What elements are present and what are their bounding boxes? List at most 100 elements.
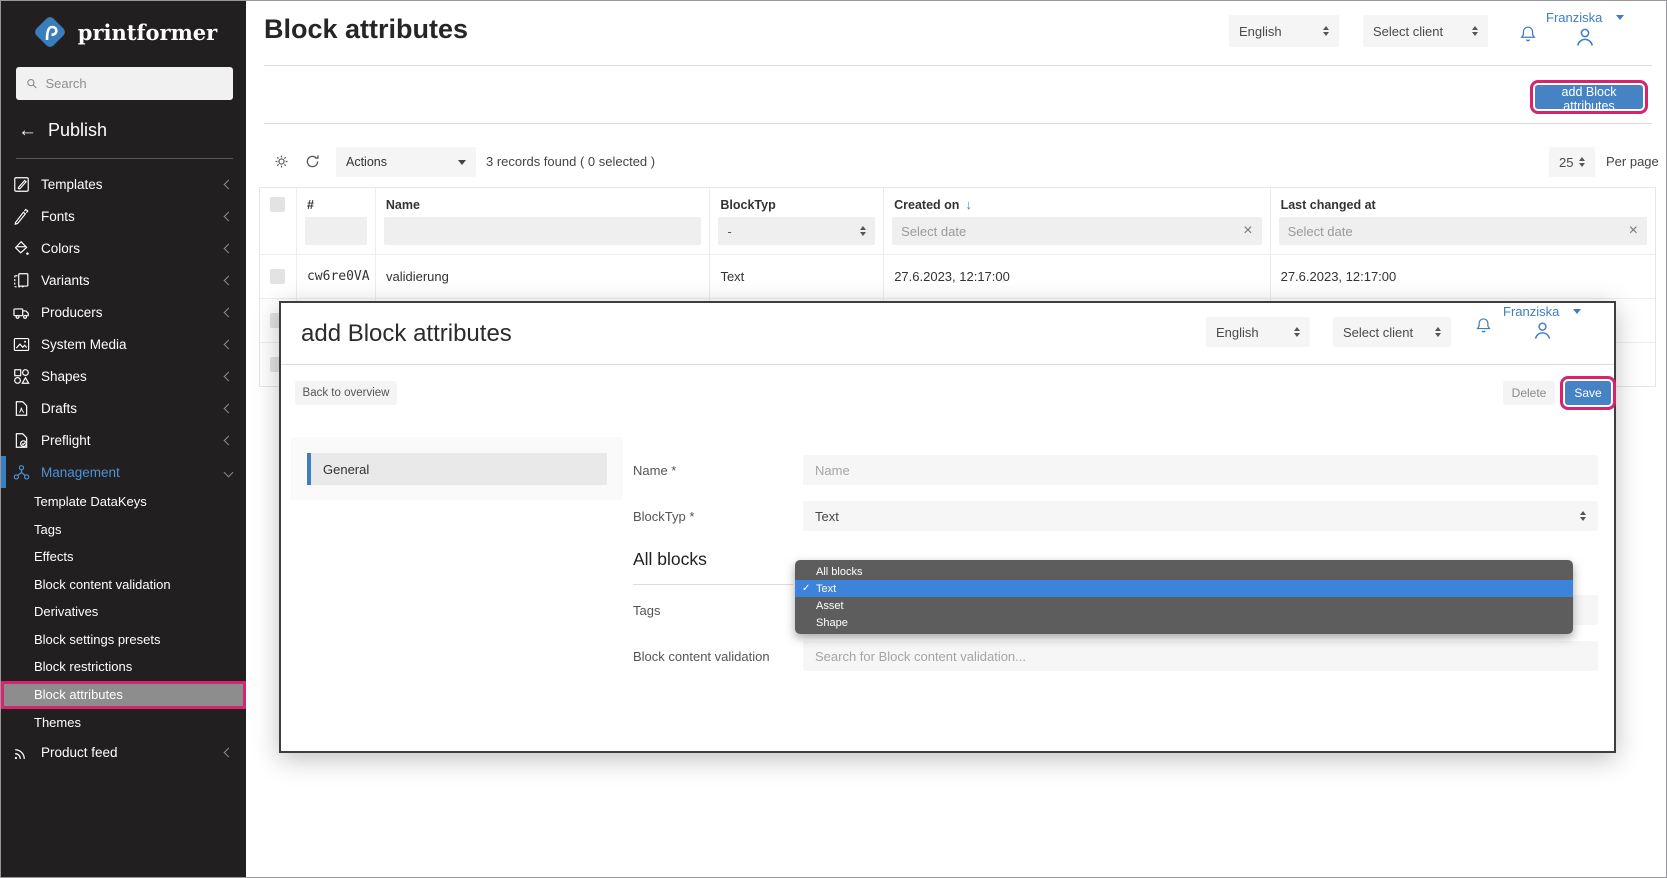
back-arrow-icon: ← bbox=[18, 121, 37, 140]
records-count: 3 records found ( 0 selected ) bbox=[486, 154, 655, 169]
column-header-id[interactable]: # bbox=[297, 188, 376, 212]
sidebar-item-tags[interactable]: Tags bbox=[1, 516, 246, 544]
chevron-left-icon bbox=[224, 339, 234, 349]
sidebar-item-template-datakeys[interactable]: Template DataKeys bbox=[1, 488, 246, 516]
language-select[interactable]: English bbox=[1229, 15, 1339, 47]
filter-name-input[interactable] bbox=[384, 217, 702, 245]
caret-down-icon bbox=[1616, 15, 1624, 20]
sidebar-item-themes[interactable]: Themes bbox=[1, 709, 246, 737]
sidebar: printformer ← Publish Templates Fonts bbox=[1, 1, 246, 877]
add-block-attributes-button[interactable]: add Block attributes bbox=[1535, 85, 1643, 109]
cell-created-on: 27.6.2023, 12:17:00 bbox=[884, 255, 1270, 298]
blocktyp-select[interactable]: Text bbox=[803, 501, 1598, 531]
clear-icon[interactable]: × bbox=[1629, 222, 1638, 240]
modal-client-select[interactable]: Select client bbox=[1333, 317, 1451, 347]
notifications-bell-icon[interactable] bbox=[1517, 23, 1539, 50]
sidebar-item-block-attributes[interactable]: Block attributes bbox=[1, 681, 246, 709]
sidebar-item-shapes[interactable]: Shapes bbox=[1, 360, 246, 392]
dropdown-option-all-blocks[interactable]: All blocks bbox=[795, 563, 1573, 580]
notifications-bell-icon[interactable] bbox=[1473, 315, 1494, 341]
filter-created-date[interactable]: Select date × bbox=[892, 217, 1261, 245]
app-window: printformer ← Publish Templates Fonts bbox=[0, 0, 1667, 878]
sidebar-item-management[interactable]: Management bbox=[1, 456, 246, 488]
back-to-overview-button[interactable]: Back to overview bbox=[295, 381, 397, 405]
header-divider bbox=[264, 65, 1652, 66]
block-content-validation-input[interactable] bbox=[803, 641, 1598, 671]
search-input[interactable] bbox=[45, 76, 224, 91]
dropdown-option-asset[interactable]: Asset bbox=[795, 597, 1573, 614]
add-block-attributes-modal: add Block attributes English Select clie… bbox=[279, 301, 1616, 753]
all-blocks-heading: All blocks bbox=[633, 549, 707, 570]
sidebar-item-block-content-validation[interactable]: Block content validation bbox=[1, 571, 246, 599]
sidebar-item-templates[interactable]: Templates bbox=[1, 168, 246, 200]
sidebar-item-variants[interactable]: Variants bbox=[1, 264, 246, 296]
chevron-left-icon bbox=[224, 435, 234, 445]
brand-logo[interactable]: printformer bbox=[1, 1, 246, 61]
filter-changed-date[interactable]: Select date × bbox=[1279, 217, 1647, 245]
fonts-icon bbox=[10, 207, 32, 226]
modal-language-select[interactable]: English bbox=[1206, 317, 1310, 347]
user-avatar-icon bbox=[1531, 319, 1554, 342]
blocktyp-label: BlockTyp * bbox=[633, 509, 694, 524]
variants-icon bbox=[10, 271, 32, 290]
search-icon bbox=[25, 76, 38, 91]
sidebar-item-system-media[interactable]: System Media bbox=[1, 328, 246, 360]
filter-blocktyp-select[interactable]: - bbox=[718, 217, 875, 245]
column-header-created-on[interactable]: Created on ↓ bbox=[884, 188, 1270, 212]
table-row[interactable]: cw6re0VA validierung Text 27.6.2023, 12:… bbox=[260, 254, 1655, 298]
select-arrows-icon bbox=[1580, 511, 1586, 521]
save-button[interactable]: Save bbox=[1565, 381, 1611, 405]
sort-desc-icon[interactable]: ↓ bbox=[965, 197, 972, 212]
filter-id-input[interactable] bbox=[305, 217, 367, 245]
publish-label: Publish bbox=[48, 120, 107, 141]
active-indicator-bar bbox=[1, 456, 6, 488]
refresh-icon[interactable] bbox=[303, 152, 322, 176]
shapes-icon bbox=[10, 367, 32, 386]
clear-icon[interactable]: × bbox=[1243, 222, 1252, 240]
column-header-last-changed[interactable]: Last changed at bbox=[1271, 188, 1655, 212]
client-select[interactable]: Select client bbox=[1363, 15, 1488, 47]
name-input[interactable] bbox=[803, 455, 1598, 485]
rss-feed-icon bbox=[10, 743, 32, 762]
sidebar-item-producers[interactable]: Producers bbox=[1, 296, 246, 328]
modal-title: add Block attributes bbox=[301, 320, 512, 348]
publish-section-header[interactable]: ← Publish bbox=[18, 120, 246, 141]
user-menu[interactable]: Franziska bbox=[1546, 10, 1624, 49]
sidebar-item-derivatives[interactable]: Derivatives bbox=[1, 598, 246, 626]
dropdown-option-text[interactable]: ✓ Text bbox=[795, 580, 1573, 597]
column-header-name[interactable]: Name bbox=[376, 188, 711, 212]
select-arrows-icon bbox=[1579, 157, 1585, 167]
actions-dropdown[interactable]: Actions bbox=[336, 147, 476, 177]
chevron-left-icon bbox=[224, 403, 234, 413]
templates-icon bbox=[10, 175, 32, 194]
select-arrows-icon bbox=[860, 226, 866, 236]
per-page-label: Per page bbox=[1606, 154, 1659, 169]
chevron-down-icon bbox=[224, 467, 234, 477]
user-menu[interactable]: Franziska bbox=[1503, 304, 1581, 342]
sidebar-item-product-feed[interactable]: Product feed bbox=[1, 736, 246, 768]
row-checkbox[interactable] bbox=[270, 269, 285, 284]
sidebar-search[interactable] bbox=[16, 67, 233, 100]
tab-general[interactable]: General bbox=[307, 453, 607, 485]
sidebar-nav: Templates Fonts Colors Variants Producer bbox=[1, 168, 246, 768]
sidebar-item-block-settings-presets[interactable]: Block settings presets bbox=[1, 626, 246, 654]
sidebar-item-effects[interactable]: Effects bbox=[1, 543, 246, 571]
name-label: Name * bbox=[633, 463, 676, 478]
delete-button[interactable]: Delete bbox=[1503, 381, 1555, 405]
column-header-blocktyp[interactable]: BlockTyp bbox=[710, 188, 884, 212]
gear-icon[interactable] bbox=[272, 152, 291, 176]
dropdown-option-shape[interactable]: Shape bbox=[795, 614, 1573, 631]
caret-down-icon bbox=[1573, 309, 1581, 314]
sidebar-item-block-restrictions[interactable]: Block restrictions bbox=[1, 653, 246, 681]
chevron-left-icon bbox=[224, 243, 234, 253]
select-all-checkbox[interactable] bbox=[270, 197, 285, 212]
sidebar-item-preflight[interactable]: Preflight bbox=[1, 424, 246, 456]
sidebar-item-colors[interactable]: Colors bbox=[1, 232, 246, 264]
section-divider bbox=[633, 584, 793, 585]
per-page-select[interactable]: 25 bbox=[1549, 147, 1595, 177]
page-check-icon bbox=[10, 431, 32, 450]
page-title: Block attributes bbox=[264, 14, 468, 45]
sidebar-divider bbox=[16, 158, 233, 159]
sidebar-item-fonts[interactable]: Fonts bbox=[1, 200, 246, 232]
sidebar-item-drafts[interactable]: Drafts bbox=[1, 392, 246, 424]
